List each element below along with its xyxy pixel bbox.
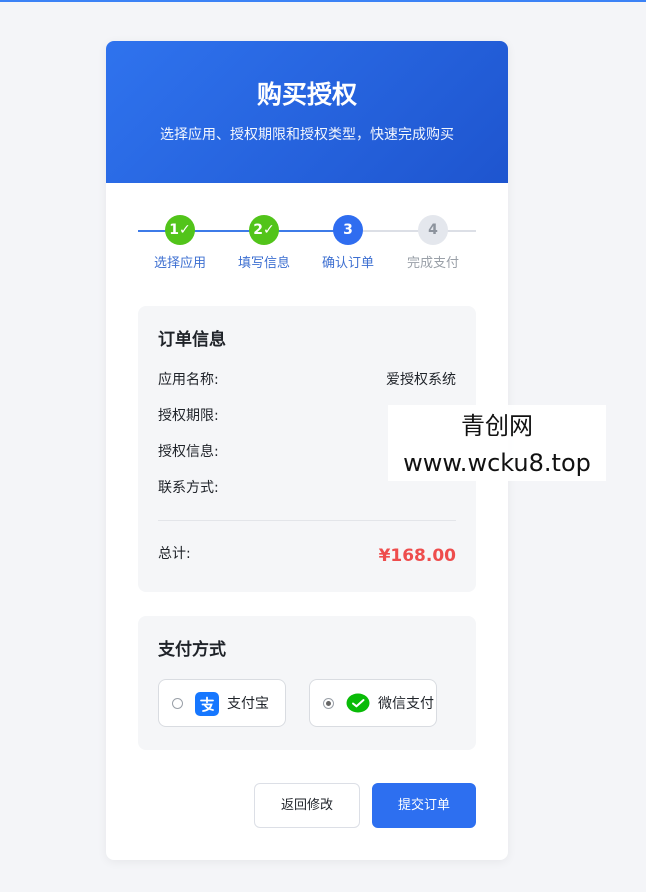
total-price: ¥168.00 bbox=[378, 546, 456, 566]
alipay-label: 支付宝 bbox=[227, 696, 269, 712]
period-label: 授权期限: bbox=[158, 408, 219, 424]
order-row-app-name: 应用名称: 爱授权系统 bbox=[158, 369, 456, 391]
app-name-value: 爱授权系统 bbox=[386, 372, 456, 388]
step-complete-payment: 4 完成支付 bbox=[391, 213, 475, 273]
step-2-label: 填写信息 bbox=[237, 256, 290, 271]
order-info-title: 订单信息 bbox=[158, 330, 226, 350]
total-label: 总计: bbox=[158, 546, 191, 562]
submit-order-button[interactable]: 提交订单 bbox=[372, 783, 476, 828]
back-edit-button[interactable]: 返回修改 bbox=[254, 783, 360, 828]
order-row-total: 总计: ¥168.00 bbox=[158, 543, 456, 566]
page-subtitle: 选择应用、授权期限和授权类型，快速完成购买 bbox=[160, 127, 454, 143]
step-1-label: 选择应用 bbox=[153, 256, 206, 271]
payment-method-title: 支付方式 bbox=[158, 640, 226, 660]
payment-option-alipay[interactable]: 支付宝 bbox=[158, 679, 286, 727]
step-3-label: 确认订单 bbox=[321, 256, 374, 271]
wechat-pay-label: 微信支付 bbox=[378, 696, 434, 712]
wechat-radio[interactable] bbox=[323, 698, 334, 709]
card-header: 购买授权 选择应用、授权期限和授权类型，快速完成购买 bbox=[106, 41, 508, 183]
alipay-radio[interactable] bbox=[172, 698, 183, 709]
step-fill-info: 2✓ 填写信息 bbox=[222, 213, 306, 273]
payment-method-panel: 支付方式 支付宝 微信支付 bbox=[138, 616, 476, 750]
step-2-circle: 2✓ bbox=[249, 215, 279, 245]
watermark-line-1: 青创网 bbox=[461, 412, 533, 440]
payment-option-wechat[interactable]: 微信支付 bbox=[309, 679, 437, 727]
wechat-pay-icon bbox=[346, 692, 370, 716]
step-confirm-order: 3 确认订单 bbox=[306, 213, 390, 273]
step-4-label: 完成支付 bbox=[406, 256, 459, 271]
app-name-label: 应用名称: bbox=[158, 372, 219, 388]
info-label: 授权信息: bbox=[158, 444, 219, 460]
watermark-line-2: www.wcku8.top bbox=[403, 449, 591, 477]
contact-label: 联系方式: bbox=[158, 480, 219, 496]
order-divider bbox=[158, 520, 456, 521]
step-select-app: 1✓ 选择应用 bbox=[138, 213, 222, 273]
step-1-circle: 1✓ bbox=[165, 215, 195, 245]
top-accent-line bbox=[0, 0, 646, 2]
alipay-icon bbox=[195, 692, 219, 716]
page-title: 购买授权 bbox=[256, 80, 357, 109]
watermark-overlay: 青创网 www.wcku8.top bbox=[388, 405, 606, 481]
step-3-circle: 3 bbox=[333, 215, 363, 245]
step-4-circle: 4 bbox=[418, 215, 448, 245]
progress-steps: 1✓ 选择应用 2✓ 填写信息 3 确认订单 4 完成支付 bbox=[138, 213, 476, 277]
